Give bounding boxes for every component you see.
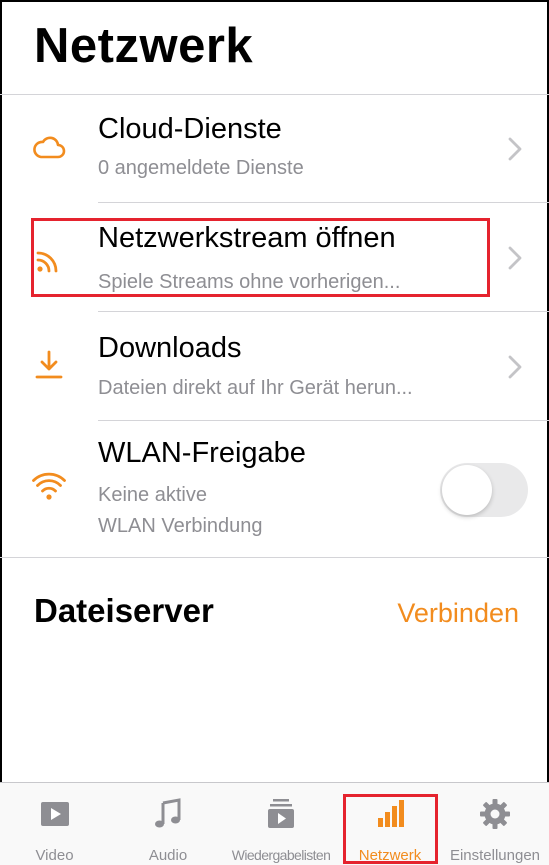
tab-audio[interactable]: Audio — [109, 783, 227, 865]
downloads-row[interactable]: Downloads Dateien direkt auf Ihr Gerät h… — [0, 312, 549, 418]
cloud-services-row[interactable]: Cloud-Dienste 0 angemeldete Dienste — [0, 96, 549, 196]
fileserver-title: Dateiserver — [34, 592, 214, 629]
tab-bar: Video Audio Wiedergabelisten Netzwerk Ei… — [0, 782, 549, 865]
toggle-knob — [442, 465, 492, 515]
row-subtitle-line2: WLAN Verbindung — [98, 515, 263, 537]
row-subtitle: Dateien direkt auf Ihr Gerät herun... — [98, 377, 413, 399]
tab-label: Wiedergabelisten — [231, 847, 331, 863]
row-subtitle-line1: Keine aktive — [98, 484, 207, 506]
page-title: Netzwerk — [34, 19, 254, 73]
tab-label: Video — [35, 847, 74, 864]
music-note-icon — [155, 798, 181, 828]
highlight-box-tab — [343, 794, 438, 864]
row-subtitle: 0 angemeldete Dienste — [98, 157, 304, 179]
tab-video[interactable]: Video — [0, 783, 109, 865]
wifi-icon — [32, 472, 66, 500]
highlight-box-stream — [31, 218, 490, 297]
wifi-sharing-toggle[interactable] — [440, 463, 528, 517]
download-icon — [35, 350, 63, 379]
cloud-icon — [33, 136, 66, 159]
connect-button[interactable]: Verbinden — [397, 598, 519, 629]
row-title: Downloads — [98, 332, 242, 364]
play-icon — [40, 802, 69, 826]
tab-label: Audio — [148, 847, 188, 864]
row-title: Cloud-Dienste — [98, 113, 282, 145]
playlist-icon — [268, 799, 294, 828]
header-divider — [0, 94, 549, 95]
section-divider — [0, 557, 549, 558]
row-title: WLAN-Freigabe — [98, 437, 306, 469]
chevron-right-icon — [508, 246, 522, 270]
chevron-right-icon — [508, 355, 522, 379]
gear-icon — [480, 799, 510, 829]
tab-label: Einstellungen — [449, 847, 541, 864]
tab-settings[interactable]: Einstellungen — [441, 783, 549, 865]
chevron-right-icon — [508, 137, 522, 161]
tab-playlists[interactable]: Wiedergabelisten — [222, 783, 340, 865]
